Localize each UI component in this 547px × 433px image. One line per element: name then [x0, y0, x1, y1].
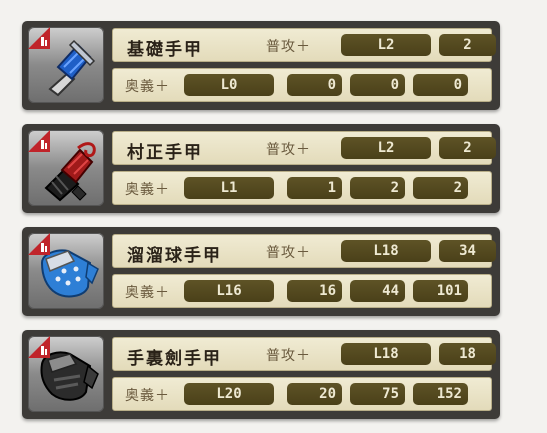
name-row: 村正手甲 普攻＋ L2 2 [112, 131, 496, 165]
secret-art-value-1: 20 [287, 383, 342, 405]
secret-art-value-1: 16 [287, 280, 342, 302]
secret-art-value-3: 152 [413, 383, 468, 405]
name-row: 手裏劍手甲 普攻＋ L18 18 [112, 337, 496, 371]
normal-attack-level: L18 [341, 240, 431, 262]
equipment-slot[interactable] [28, 27, 104, 103]
secret-art-value-3: 101 [413, 280, 468, 302]
item-name: 基礎手甲 [127, 40, 203, 60]
normal-attack-value: 2 [439, 34, 496, 56]
equipment-slot[interactable] [28, 336, 104, 412]
secret-art-value-3: 2 [413, 177, 468, 199]
equipment-card[interactable]: 溜溜球手甲 普攻＋ L18 34 奥義＋ L16 16 44 101 [22, 227, 500, 316]
secret-row: 奥義＋ L16 16 44 101 [112, 274, 492, 308]
normal-attack-value: 18 [439, 343, 496, 365]
secret-art-value-1: 0 [287, 74, 342, 96]
secret-row: 奥義＋ L20 20 75 152 [112, 377, 492, 411]
secret-art-label: 奥義＋ [125, 388, 170, 404]
name-row: 基礎手甲 普攻＋ L2 2 [112, 28, 496, 62]
secret-art-level: L0 [184, 74, 274, 96]
secret-art-level: L16 [184, 280, 274, 302]
secret-art-value-3: 0 [413, 74, 468, 96]
normal-attack-level: L2 [341, 34, 431, 56]
normal-attack-label: 普攻＋ [266, 39, 311, 55]
normal-attack-label: 普攻＋ [266, 245, 311, 261]
red-corner-badge-icon [28, 233, 50, 255]
red-corner-badge-icon [28, 27, 50, 49]
equipment-slot[interactable] [28, 130, 104, 206]
secret-art-value-2: 0 [350, 74, 405, 96]
equipment-card[interactable]: 基礎手甲 普攻＋ L2 2 奥義＋ L0 0 0 0 [22, 21, 500, 110]
secret-art-label: 奥義＋ [125, 285, 170, 301]
item-name: 手裏劍手甲 [127, 349, 222, 369]
normal-attack-level: L18 [341, 343, 431, 365]
secret-art-level: L20 [184, 383, 274, 405]
normal-attack-label: 普攻＋ [266, 348, 311, 364]
secret-row: 奥義＋ L1 1 2 2 [112, 171, 492, 205]
secret-art-value-2: 75 [350, 383, 405, 405]
item-name: 溜溜球手甲 [127, 246, 222, 266]
normal-attack-value: 34 [439, 240, 496, 262]
equipment-slot[interactable] [28, 233, 104, 309]
secret-art-label: 奥義＋ [125, 79, 170, 95]
red-corner-badge-icon [28, 336, 50, 358]
equipment-card[interactable]: 手裏劍手甲 普攻＋ L18 18 奥義＋ L20 20 75 152 [22, 330, 500, 419]
secret-art-label: 奥義＋ [125, 182, 170, 198]
normal-attack-label: 普攻＋ [266, 142, 311, 158]
secret-art-value-1: 1 [287, 177, 342, 199]
secret-art-value-2: 2 [350, 177, 405, 199]
secret-art-level: L1 [184, 177, 274, 199]
red-corner-badge-icon [28, 130, 50, 152]
name-row: 溜溜球手甲 普攻＋ L18 34 [112, 234, 496, 268]
equipment-card[interactable]: 村正手甲 普攻＋ L2 2 奥義＋ L1 1 2 2 [22, 124, 500, 213]
item-name: 村正手甲 [127, 143, 203, 163]
normal-attack-level: L2 [341, 137, 431, 159]
secret-row: 奥義＋ L0 0 0 0 [112, 68, 492, 102]
secret-art-value-2: 44 [350, 280, 405, 302]
normal-attack-value: 2 [439, 137, 496, 159]
